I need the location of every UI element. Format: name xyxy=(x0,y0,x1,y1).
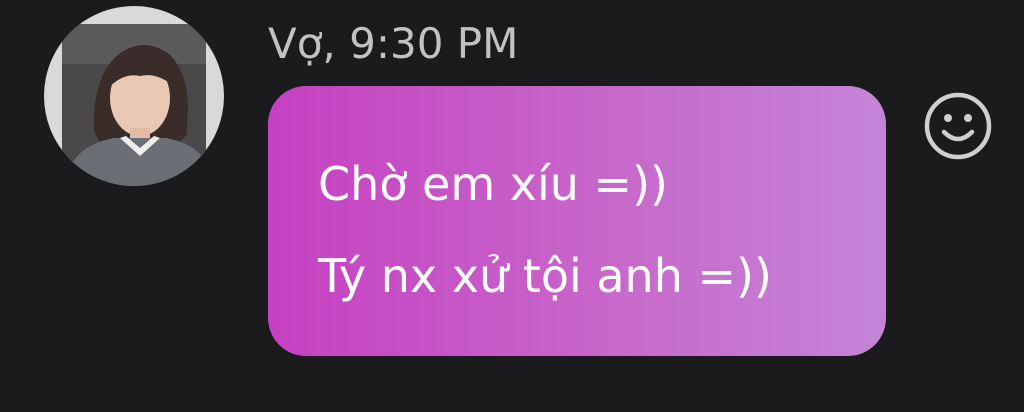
message-bubble[interactable]: Chờ em xíu =)) Tý nx xử tội anh =)) xyxy=(268,86,886,356)
message-sender-time: Vợ, 9:30 PM xyxy=(268,19,519,68)
message-line-2: Tý nx xử tội anh =)) xyxy=(318,249,772,303)
smiley-face-icon xyxy=(924,92,992,160)
sender-avatar[interactable] xyxy=(44,6,224,186)
avatar-photo xyxy=(44,6,224,186)
message-line-1: Chờ em xíu =)) xyxy=(318,157,668,211)
chat-message: Vợ, 9:30 PM Chờ em xíu =)) Tý nx xử tội … xyxy=(0,0,1024,412)
add-reaction-button[interactable] xyxy=(922,90,994,162)
